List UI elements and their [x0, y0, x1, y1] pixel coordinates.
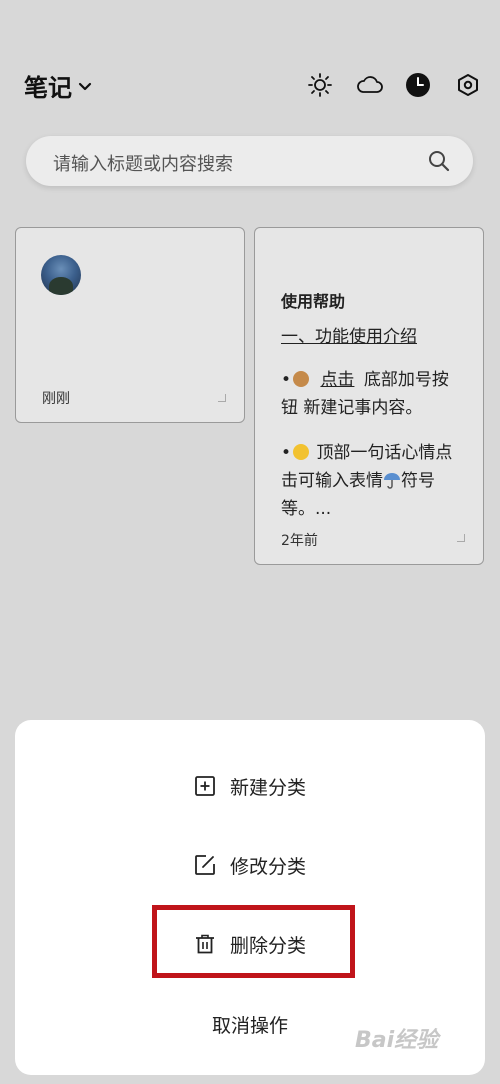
monkey-emoji-icon	[293, 371, 310, 387]
note-card[interactable]: 使用帮助 一、功能使用介绍 • 点击 底部加号按钮 新建记事内容。 • 顶部一句…	[254, 227, 484, 565]
search-bar[interactable]: 请输入标题或内容搜索	[26, 136, 473, 186]
new-category-button[interactable]: 新建分类	[15, 761, 485, 811]
note-subtitle: 一、功能使用介绍	[281, 327, 417, 347]
edit-icon	[195, 855, 215, 875]
umbrella-icon	[384, 473, 400, 489]
category-selector[interactable]: 笔记	[24, 68, 92, 103]
cloud-icon[interactable]	[355, 70, 385, 100]
search-icon[interactable]	[427, 149, 451, 173]
note-card[interactable]: 刚刚	[15, 227, 245, 423]
note-time: 2年前	[281, 533, 318, 549]
header: 笔记	[0, 60, 500, 110]
note-image	[41, 255, 81, 295]
face-emoji-icon	[293, 444, 310, 460]
resize-corner-icon	[218, 394, 226, 402]
menu-label: 新建分类	[229, 776, 306, 799]
sun-icon[interactable]	[305, 70, 335, 100]
resize-corner-icon	[457, 534, 465, 542]
menu-label: 取消操作	[211, 1014, 288, 1037]
menu-label: 修改分类	[229, 855, 306, 878]
note-link: 点击	[320, 370, 355, 390]
page-title: 笔记	[24, 74, 72, 102]
note-line: • 点击 底部加号按钮 新建记事内容。	[281, 370, 449, 418]
watermark: Bai经验	[355, 1028, 439, 1053]
search-input[interactable]: 请输入标题或内容搜索	[53, 150, 233, 176]
clock-icon[interactable]	[403, 70, 433, 100]
note-title: 使用帮助	[281, 292, 346, 311]
edit-category-button[interactable]: 修改分类	[15, 840, 485, 890]
plus-square-icon	[195, 776, 215, 796]
note-line: • 顶部一句话心情点击可输入表情 符号等。...	[281, 443, 453, 519]
highlight-box	[152, 905, 355, 978]
settings-icon[interactable]	[453, 70, 483, 100]
chevron-down-icon	[78, 82, 92, 90]
note-time: 刚刚	[42, 391, 70, 407]
